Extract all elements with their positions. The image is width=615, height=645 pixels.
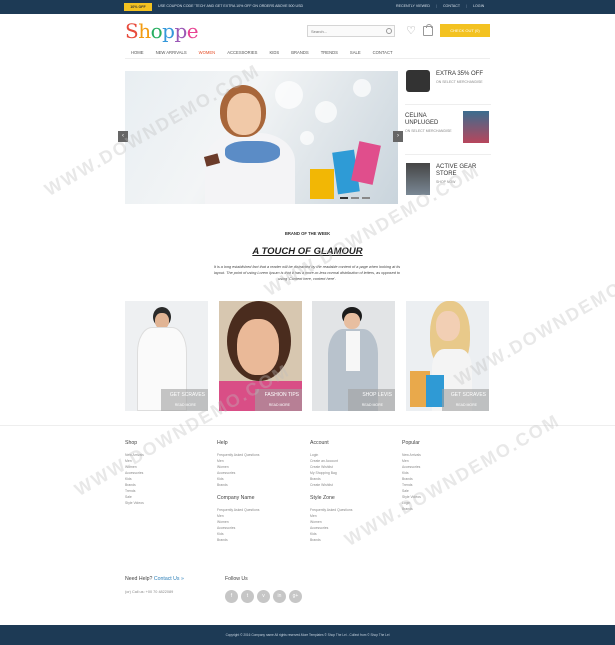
site-logo[interactable]: Shoppe	[125, 19, 199, 43]
hero-slider[interactable]	[125, 71, 398, 204]
model-image	[463, 111, 489, 143]
follow-us-heading: Follow Us	[225, 576, 248, 582]
read-more-link[interactable]: READ MORE	[456, 403, 477, 407]
vimeo-icon[interactable]: v	[257, 590, 270, 603]
coupon-promo-text: USE COUPON CODE 'TECH' AND GET EXTRA 10%…	[158, 4, 304, 8]
bottom-bar: Copyright © 2016 Company name All rights…	[0, 625, 615, 645]
nav-women[interactable]: WOMEN	[193, 47, 222, 58]
product-tile[interactable]: FASHION TIPS READ MORE	[219, 301, 302, 411]
main-nav: HOME NEW ARRIVALS WOMEN ACCESSORIES KIDS…	[125, 47, 490, 59]
footer-link[interactable]: Style Videos	[125, 500, 144, 506]
twitter-icon[interactable]: t	[241, 590, 254, 603]
facebook-icon[interactable]: f	[225, 590, 238, 603]
read-more-link[interactable]: READ MORE	[269, 403, 290, 407]
login-link[interactable]: LOGIN	[473, 4, 484, 8]
read-more-link[interactable]: READ MORE	[175, 403, 196, 407]
footer-link[interactable]: Brands	[217, 537, 259, 543]
top-bar: 10% OFF USE COUPON CODE 'TECH' AND GET E…	[0, 0, 615, 14]
footer-link[interactable]: Brands	[217, 482, 259, 488]
nav-trends[interactable]: TRENDS	[315, 47, 344, 58]
handbag-image	[406, 70, 430, 92]
heart-icon[interactable]: ♡	[405, 25, 417, 37]
footer-heading: Help	[217, 440, 228, 446]
footer-heading: Account	[310, 440, 329, 446]
copyright-text: Copyright © 2016 Company name All rights…	[225, 633, 390, 637]
product-tile[interactable]: GET SCRAVES READ MORE	[406, 301, 489, 411]
footer-heading: Popular	[402, 440, 420, 446]
read-more-link[interactable]: READ MORE	[362, 403, 383, 407]
checkout-button[interactable]: CHECK OUT (0)	[440, 24, 490, 37]
search-box	[307, 25, 395, 37]
brand-of-week-title[interactable]: A TOUCH OF GLAMOUR	[125, 246, 490, 257]
footer-col-account: Account Login Create an Account Create W…	[310, 440, 352, 543]
divider: |	[436, 4, 437, 8]
brand-of-week-label: BRAND OF THE WEEK	[284, 231, 331, 236]
nav-new-arrivals[interactable]: NEW ARRIVALS	[150, 47, 193, 58]
footer-col-shop: Shop New Arrivals Men Women Accessories …	[125, 440, 144, 506]
nav-contact[interactable]: CONTACT	[367, 47, 399, 58]
social-icons: f t v in g+	[225, 590, 302, 603]
footer-heading: Shop	[125, 440, 138, 446]
footer-heading: Style Zone	[310, 495, 335, 501]
tile-label: GET SCRAVES	[169, 392, 205, 398]
top-links: RECENTLY VIEWED | CONTACT | LOGIN	[396, 4, 484, 8]
brand-of-week-description: It is a long established fact that a rea…	[213, 265, 401, 281]
model-image	[406, 163, 430, 195]
contact-us-link[interactable]: Contact Us »	[154, 576, 184, 582]
tile-label: GET SCRAVES	[450, 392, 486, 398]
watermark: WWW.DOWNDEMO.COM	[341, 410, 564, 550]
product-tile[interactable]: SHOP LEVIS READ MORE	[312, 301, 395, 411]
nav-brands[interactable]: BRANDS	[285, 47, 314, 58]
promo-active-gear[interactable]: ACTIVE GEAR STORE SHOP NOW	[405, 163, 491, 203]
search-icon[interactable]	[386, 28, 392, 34]
promo-celina[interactable]: CELINA UNPLUGED ON SELECT MERCHANDISE	[405, 111, 491, 151]
footer-link[interactable]: Brands	[310, 537, 352, 543]
shopping-bag-image	[310, 169, 334, 199]
tile-label: FASHION TIPS	[264, 392, 299, 398]
nav-accessories[interactable]: ACCESSORIES	[221, 47, 263, 58]
contact-link[interactable]: CONTACT	[443, 4, 460, 8]
divider: |	[466, 4, 467, 8]
need-help: Need Help? Contact Us »	[125, 576, 184, 582]
slider-next-arrow[interactable]: ›	[393, 131, 403, 142]
search-input[interactable]	[308, 26, 384, 36]
product-tile[interactable]: GET SCRAVES READ MORE	[125, 301, 208, 411]
google-plus-icon[interactable]: g+	[289, 590, 302, 603]
slider-dots[interactable]	[340, 197, 370, 199]
footer-col-help: Help Frequently Asked Questions Men Wome…	[217, 440, 259, 543]
footer-divider	[0, 425, 615, 426]
nav-kids[interactable]: KIDS	[263, 47, 285, 58]
recently-viewed-link[interactable]: RECENTLY VIEWED	[396, 4, 430, 8]
linkedin-icon[interactable]: in	[273, 590, 286, 603]
nav-home[interactable]: HOME	[125, 47, 150, 58]
tile-label: SHOP LEVIS	[362, 392, 392, 398]
footer-heading: Company Name	[217, 495, 255, 501]
call-us-text: (or) Call us: +00 70 4822089	[125, 590, 174, 594]
shopping-bag-icon[interactable]	[423, 24, 433, 36]
discount-badge: 10% OFF	[124, 3, 152, 11]
footer-link[interactable]: Brands	[402, 506, 421, 512]
slider-prev-arrow[interactable]: ‹	[118, 131, 128, 142]
footer-link[interactable]: Create Wishlist	[310, 482, 352, 488]
footer-col-popular: Popular New Arrivals Men Accessories Kid…	[402, 440, 421, 512]
nav-sale[interactable]: SALE	[344, 47, 367, 58]
